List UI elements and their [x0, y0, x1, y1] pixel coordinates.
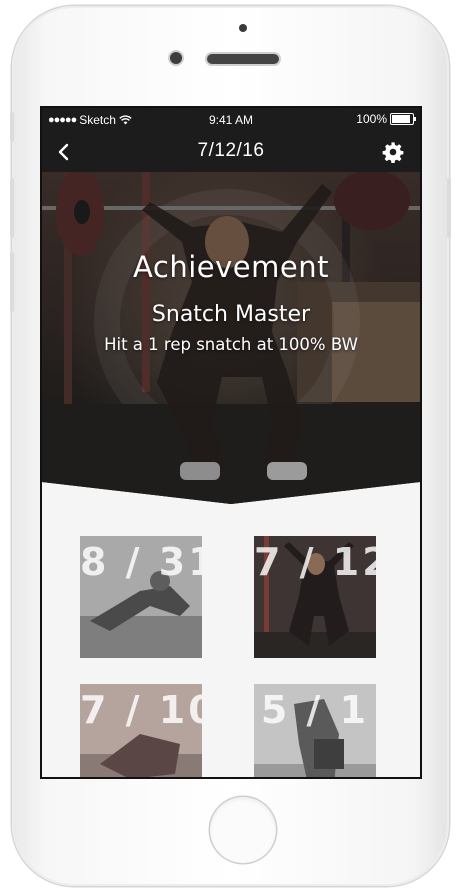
workout-date: 7 / 12	[254, 540, 376, 584]
workout-tile[interactable]: 7 / 12	[254, 536, 376, 658]
battery-level-fill	[392, 115, 410, 123]
power-button	[447, 178, 451, 238]
phone-screen: ●●●●● Sketch 9:41 AM 100% 7/12/16 Achiev…	[40, 106, 422, 779]
workout-tile[interactable]: 7 / 10	[80, 684, 202, 777]
mute-switch	[10, 112, 14, 142]
achievement-label: Achievement	[133, 250, 329, 284]
home-button[interactable]	[210, 797, 276, 863]
battery-group: 100%	[356, 112, 416, 126]
workout-date: 7 / 10	[80, 688, 202, 732]
volume-down-button	[10, 252, 14, 312]
app-view: ●●●●● Sketch 9:41 AM 100% 7/12/16 Achiev…	[42, 108, 420, 777]
battery-percent: 100%	[356, 112, 387, 126]
volume-up-button	[10, 178, 14, 238]
workout-date: 8 / 31	[80, 540, 202, 584]
battery-icon	[390, 113, 416, 125]
front-camera	[170, 52, 182, 64]
workout-tile[interactable]: 8 / 31	[80, 536, 202, 658]
status-bar: ●●●●● Sketch 9:41 AM 100%	[42, 108, 420, 132]
earpiece-speaker	[207, 54, 279, 64]
page-title: 7/12/16	[197, 140, 265, 161]
workout-tile[interactable]: 5 / 1	[254, 684, 376, 777]
gear-icon[interactable]	[382, 141, 404, 163]
achievement-name: Snatch Master	[151, 302, 311, 327]
navigation-bar: 7/12/16	[42, 132, 420, 172]
achievement-description: Hit a 1 rep snatch at 100% BW	[104, 335, 358, 354]
proximity-sensor	[239, 24, 247, 32]
achievement-hero: Achievement Snatch Master Hit a 1 rep sn…	[42, 172, 420, 504]
workout-date: 5 / 1	[260, 688, 370, 732]
